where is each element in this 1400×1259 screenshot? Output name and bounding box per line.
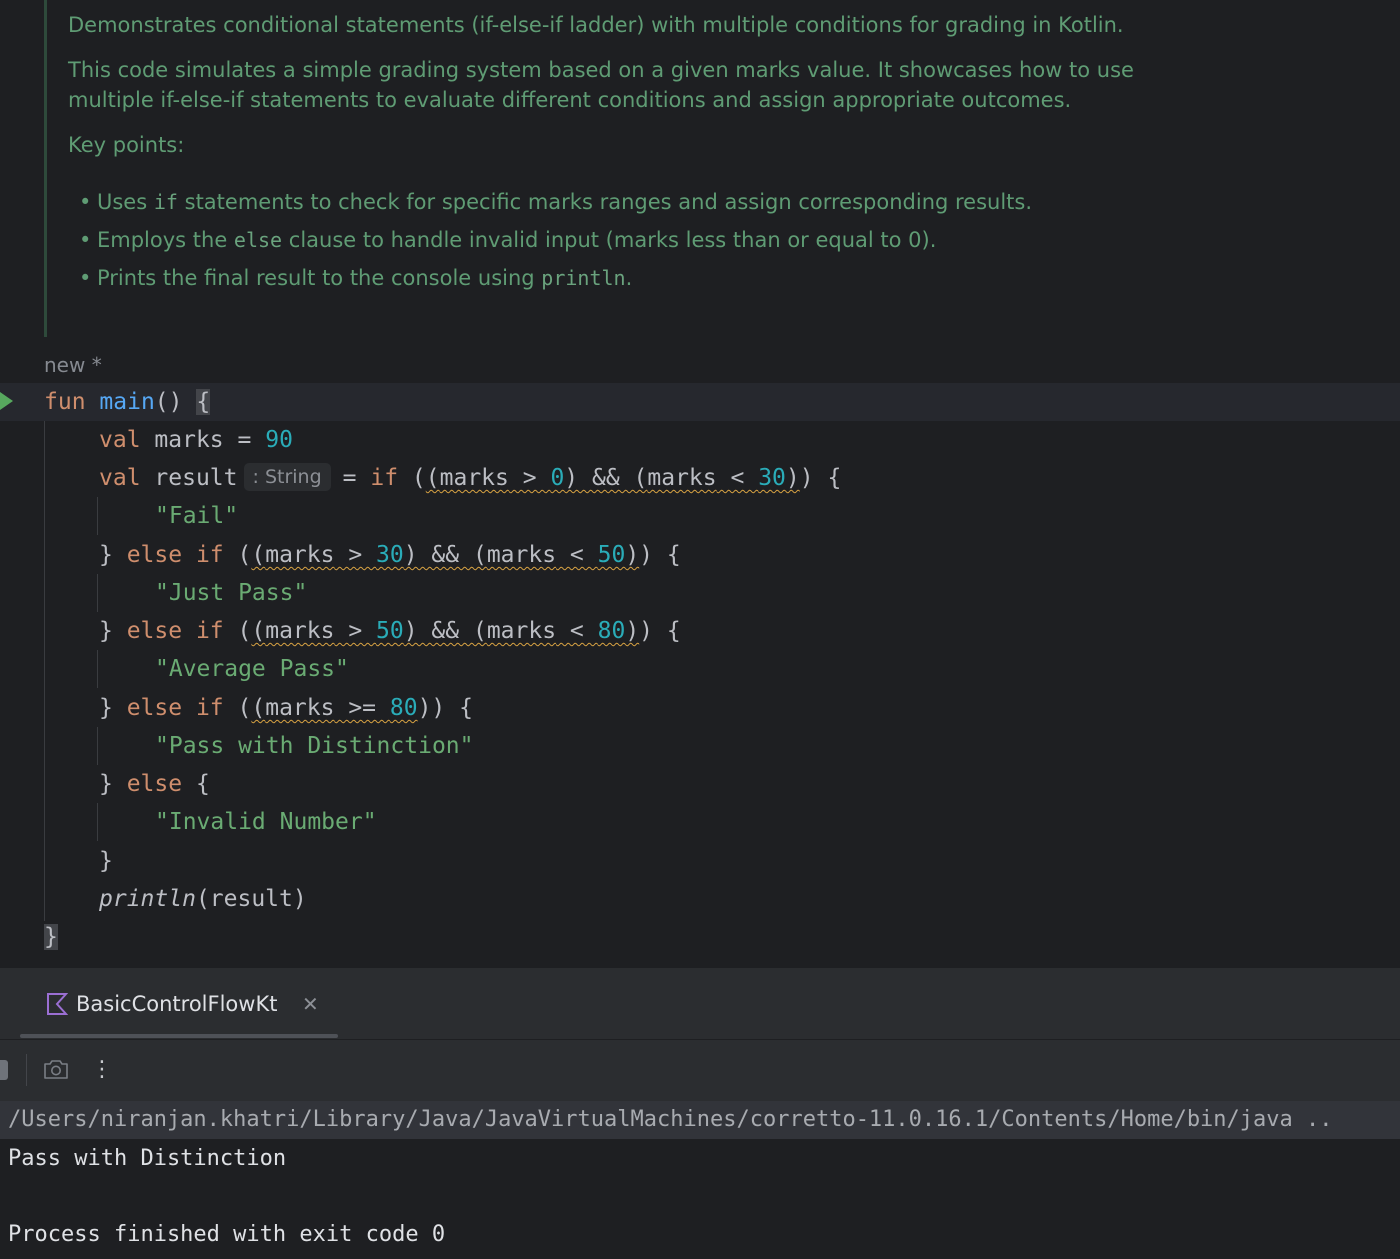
code-vision-author-label[interactable]: new * (44, 350, 102, 380)
code-line[interactable]: } else if ((marks > 30) && (marks < 50))… (99, 536, 681, 574)
code-line[interactable]: } else { (99, 765, 210, 803)
code-line[interactable]: val result: String = if ((marks > 0) && (… (99, 459, 841, 497)
code-line[interactable]: "Just Pass" (155, 574, 307, 612)
doc-list-item: • Uses if statements to check for specifi… (79, 187, 1032, 217)
console-exit-line: Process finished with exit code 0 (8, 1222, 446, 1247)
camera-icon[interactable] (43, 1058, 69, 1080)
warning-highlight[interactable]: (marks > 30) && (marks < 50) (251, 542, 639, 568)
matched-brace: { (196, 389, 211, 415)
run-gutter-icon[interactable] (0, 392, 13, 410)
warning-highlight[interactable]: (marks > 0) && (marks < 30) (426, 465, 800, 491)
kotlin-icon (47, 993, 68, 1015)
code-line[interactable]: } (44, 918, 58, 956)
indent-guide (97, 803, 98, 841)
doc-summary: Demonstrates conditional statements (if-… (68, 13, 1124, 37)
more-options-icon[interactable]: ⋮ (91, 1054, 113, 1086)
code-line[interactable]: "Average Pass" (155, 650, 349, 688)
code-editor[interactable]: Demonstrates conditional statements (if-… (0, 0, 1400, 968)
matched-brace: } (44, 924, 58, 950)
indent-guide (97, 727, 98, 765)
tab-active-indicator (20, 1034, 338, 1038)
warning-highlight[interactable]: (marks > 50) && (marks < 80) (251, 618, 639, 644)
doc-key-points-heading: Key points: (68, 133, 185, 157)
indent-guide (97, 574, 98, 612)
doc-description-line-1: This code simulates a simple grading sys… (68, 58, 1134, 82)
divider (0, 1039, 1400, 1040)
code-line[interactable]: "Pass with Distinction" (155, 727, 474, 765)
bullet-icon: • (79, 228, 92, 252)
doc-list-item: • Prints the final result to the console … (79, 263, 632, 293)
code-line[interactable]: "Fail" (155, 497, 238, 535)
indent-guide (97, 497, 98, 535)
stop-icon[interactable] (0, 1060, 8, 1080)
code-line[interactable]: val marks = 90 (99, 421, 293, 459)
code-line[interactable]: fun main() { (44, 383, 211, 421)
code-line[interactable]: } else if ((marks > 50) && (marks < 80))… (99, 612, 681, 650)
warning-highlight[interactable]: (marks >= 80 (251, 695, 417, 721)
bullet-icon: • (79, 190, 92, 214)
console-output-line: Pass with Distinction (8, 1146, 287, 1171)
kdoc-comment: Demonstrates conditional statements (if-… (44, 0, 1247, 337)
code-line[interactable]: println(result) (99, 880, 307, 918)
toolbar-divider (26, 1054, 27, 1086)
code-line[interactable]: } else if ((marks >= 80)) { (99, 689, 473, 727)
inlay-type-hint[interactable]: : String (243, 463, 331, 491)
function-name[interactable]: main (99, 389, 154, 415)
doc-list-item: • Employs the else clause to handle inval… (79, 225, 936, 255)
indent-guide (44, 421, 45, 921)
indent-guide (97, 650, 98, 688)
code-line[interactable]: "Invalid Number" (155, 803, 377, 841)
console-command-line[interactable]: /Users/niranjan.khatri/Library/Java/Java… (8, 1101, 1333, 1139)
tab-label[interactable]: BasicControlFlowKt (76, 988, 277, 1020)
doc-description-line-2: multiple if-else-if statements to evalua… (68, 88, 1072, 112)
code-line[interactable]: } (99, 842, 113, 880)
bullet-icon: • (79, 266, 92, 290)
close-icon[interactable]: ✕ (302, 990, 319, 1018)
